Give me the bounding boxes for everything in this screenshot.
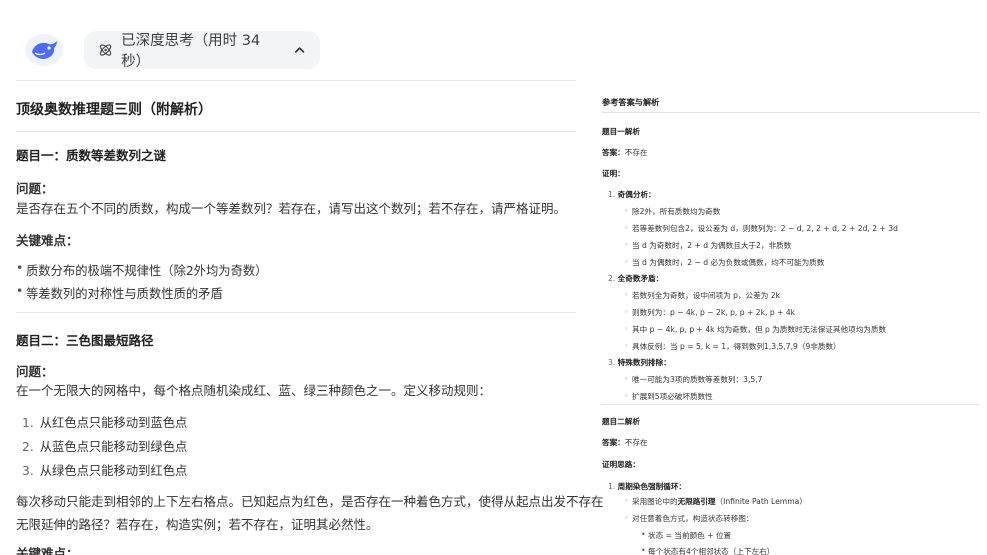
deepseek-logo-icon — [22, 31, 66, 69]
q2-heading: 题目二：三色图最短路径 — [16, 333, 154, 348]
page-title: 顶级奥数推理题三则（附解析） — [16, 102, 212, 118]
a2-sub: 对任意着色方式，构造状态转移图： — [624, 513, 753, 524]
a2-answer: 答案：不存在 — [602, 438, 648, 447]
a1-sub: 若数列全为奇数，设中间项为 p，公差为 2k — [624, 290, 780, 301]
q2-question-label: 问题： — [16, 364, 54, 379]
a1-sub: 则数列为：p − 4k, p − 2k, p, p + 2k, p + 4k — [624, 307, 795, 318]
a1-sub: 其中 p − 4k, p, p + 4k 均为奇数，但 p 为质数时无法保证其他… — [624, 324, 886, 335]
a1-item-title: 3. 特殊数列排除： — [608, 358, 671, 367]
a1-sub: 当 d 为奇数时，2 + d 为偶数且大于2，非质数 — [624, 240, 791, 251]
a1-sub: 若等差数列包含2，设公差为 d，则数列为：2 − d, 2, 2 + d, 2 … — [624, 223, 898, 234]
deep-think-toggle[interactable]: 已深度思考（用时 34 秒） — [84, 31, 320, 70]
a2-dot: 状态 = 当前颜色 + 位置 — [641, 530, 731, 541]
divider — [16, 80, 576, 81]
divider — [16, 131, 576, 132]
a1-sub: 具体反例：当 p = 5, k = 1，得到数列1,3,5,7,9（9非质数） — [624, 341, 841, 352]
q1-key-label: 关键难点： — [16, 233, 79, 248]
a2-dot: 每个状态有4个相邻状态（上下左右） — [641, 546, 774, 555]
a1-sub: 除2外，所有质数均为奇数 — [624, 206, 720, 217]
a2-item-title: 1. 周期染色强制循环： — [608, 482, 687, 491]
a1-item-title: 1. 奇偶分析： — [608, 190, 656, 199]
a1-answer: 答案：不存在 — [602, 148, 648, 157]
q2-paragraph-line: 每次移动只能走到相邻的上下左右格点。已知起点为红色，是否存在一种着色方式，使得从… — [16, 494, 604, 509]
q2-rule: 3. 从绿色点只能移动到红色点 — [22, 464, 188, 478]
a1-title: 题目一解析 — [602, 127, 640, 136]
q2-rule: 1. 从红色点只能移动到蓝色点 — [22, 416, 188, 430]
a1-sub: 当 d 为偶数时，2 − d 必为负数或偶数，均不可能为质数 — [624, 257, 824, 268]
q2-question-text: 在一个无限大的网格中，每个格点随机染成红、蓝、绿三种颜色之一。定义移动规则： — [16, 383, 492, 398]
a1-sub: 扩展到5项必破坏质数性 — [624, 391, 713, 402]
q1-question-text: 是否存在五个不同的质数，构成一个等差数列？若存在，请写出这个数列；若不存在，请严… — [16, 201, 567, 216]
a1-sub: 唯一可能为3项的质数等差数列：3,5,7 — [624, 374, 762, 385]
a1-proof-label: 证明： — [602, 169, 625, 178]
atom-icon — [99, 44, 112, 56]
q2-rule: 2. 从蓝色点只能移动到绿色点 — [22, 440, 188, 454]
q2-paragraph-line: 无限延伸的路径？若存在，构造实例；若不存在，证明其必然性。 — [16, 517, 379, 532]
q1-point: 质数分布的极端不规律性（除2外均为奇数） — [16, 261, 267, 279]
a2-title: 题目二解析 — [602, 417, 640, 426]
a2-sub: 采用图论中的无限路引理（Infinite Path Lemma） — [624, 496, 807, 507]
chevron-up-icon[interactable] — [293, 43, 306, 57]
a1-item-title: 2. 全奇数矛盾： — [608, 274, 664, 283]
divider — [16, 312, 576, 313]
q1-point: 等差数列的对称性与质数性质的矛盾 — [16, 284, 223, 302]
answer-title: 参考答案与解析 — [602, 97, 660, 107]
q1-heading: 题目一：质数等差数列之谜 — [16, 148, 167, 163]
q1-question-label: 问题： — [16, 181, 54, 196]
divider — [602, 404, 980, 405]
q2-key-label: 关键难点： — [16, 546, 79, 555]
think-label: 已深度思考（用时 34 秒） — [121, 33, 261, 70]
a2-idea-label: 证明思路： — [602, 460, 640, 469]
divider — [602, 112, 980, 113]
